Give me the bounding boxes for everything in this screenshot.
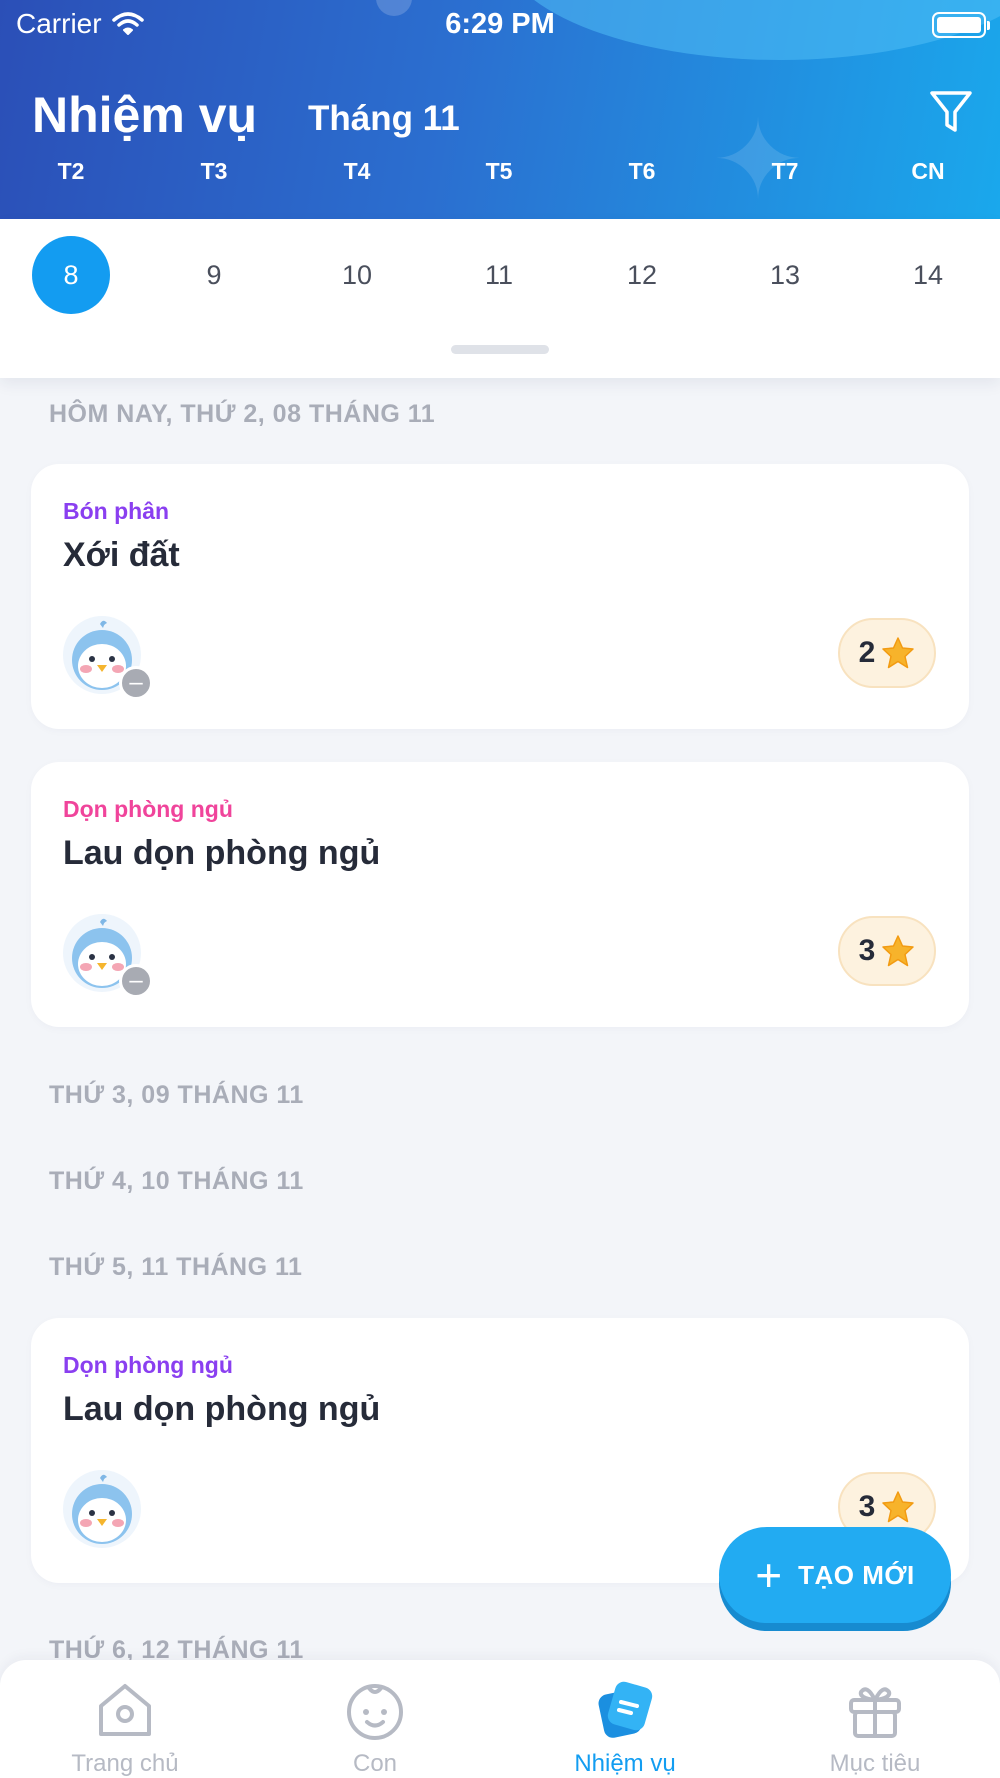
status-bar: Carrier 6:29 PM <box>0 0 1000 50</box>
task-category: Dọn phòng ngủ <box>63 1352 233 1378</box>
task-title: Lau dọn phòng ngủ <box>63 1390 381 1428</box>
weekday-label: T6 <box>628 158 656 184</box>
tab-child[interactable]: Con <box>295 1660 455 1778</box>
tab-label: Trang chủ <box>71 1750 179 1777</box>
task-title: Lau dọn phòng ngủ <box>63 834 381 872</box>
date-day[interactable]: 13 <box>746 236 824 314</box>
child-face-icon <box>347 1684 403 1740</box>
star-icon <box>882 935 915 967</box>
section-date-label: HÔM NAY, THỨ 2, 08 THÁNG 11 <box>49 400 436 428</box>
task-card[interactable]: Dọn phòng ngủ Lau dọn phòng ngủ – 3 <box>31 762 969 1027</box>
weekday-label: T2 <box>57 158 85 184</box>
reward-badge: 2 <box>838 618 936 688</box>
penguin-avatar-icon <box>72 1474 132 1544</box>
section-date-label: THỨ 3, 09 THÁNG 11 <box>49 1081 304 1109</box>
tab-home[interactable]: Trang chủ <box>45 1660 205 1778</box>
filter-icon <box>930 91 972 132</box>
weekday-label: T7 <box>771 158 799 184</box>
tab-label: Nhiệm vụ <box>574 1750 676 1777</box>
remove-status-icon[interactable]: – <box>119 666 153 700</box>
task-card[interactable]: Bón phân Xới đất – 2 <box>31 464 969 729</box>
filter-button[interactable] <box>928 88 974 136</box>
star-icon <box>882 637 915 669</box>
bottom-tab-bar: Trang chủ Con Nhiệm vụ Mục tiêu <box>0 1660 1000 1778</box>
task-title: Xới đất <box>63 536 180 574</box>
weekday-label: T5 <box>485 158 513 184</box>
task-category: Bón phân <box>63 498 170 524</box>
reward-badge: 3 <box>838 916 936 986</box>
page-title: Nhiệm vụ <box>32 87 258 143</box>
section-date-label: THỨ 4, 10 THÁNG 11 <box>49 1167 304 1195</box>
weekday-label: T3 <box>200 158 228 184</box>
header: ✦ Carrier 6:29 PM Nhiệm vụ Tháng 11 T2 T… <box>0 0 1000 219</box>
create-new-button[interactable]: + TẠO MỚI <box>719 1527 951 1623</box>
tab-tasks[interactable]: Nhiệm vụ <box>545 1660 705 1778</box>
avatar: – <box>63 616 153 700</box>
plus-icon: + <box>755 1549 783 1601</box>
section-date-label: THỨ 5, 11 THÁNG 11 <box>49 1253 303 1281</box>
star-count: 2 <box>858 636 876 669</box>
avatar: – <box>63 914 153 998</box>
month-selector[interactable]: Tháng 11 <box>308 99 460 139</box>
tasks-icon <box>598 1681 653 1738</box>
date-day[interactable]: 11 <box>460 236 538 314</box>
drag-handle[interactable] <box>451 345 549 354</box>
date-strip: 8 9 10 11 12 13 14 <box>0 219 1000 378</box>
star-icon <box>882 1491 915 1523</box>
date-day-selected[interactable]: 8 <box>32 236 110 314</box>
avatar <box>63 1470 141 1548</box>
home-icon <box>99 1684 151 1736</box>
weekday-label: T4 <box>343 158 371 184</box>
date-day[interactable]: 12 <box>603 236 681 314</box>
date-day[interactable]: 14 <box>889 236 967 314</box>
remove-status-icon[interactable]: – <box>119 964 153 998</box>
tab-label: Mục tiêu <box>829 1750 921 1777</box>
status-time: 6:29 PM <box>445 8 555 40</box>
star-count: 3 <box>858 934 876 967</box>
create-new-label: TẠO MỚI <box>798 1559 915 1590</box>
date-day[interactable]: 9 <box>175 236 253 314</box>
weekday-row: T2 T3 T4 T5 T6 T7 CN <box>0 158 1000 194</box>
weekday-label: CN <box>911 158 945 184</box>
star-count: 3 <box>858 1490 876 1523</box>
tab-label: Con <box>352 1750 398 1777</box>
task-category: Dọn phòng ngủ <box>63 796 233 822</box>
date-day[interactable]: 10 <box>318 236 396 314</box>
gift-icon <box>849 1687 901 1738</box>
tab-goals[interactable]: Mục tiêu <box>795 1660 955 1778</box>
battery-icon <box>932 12 990 38</box>
